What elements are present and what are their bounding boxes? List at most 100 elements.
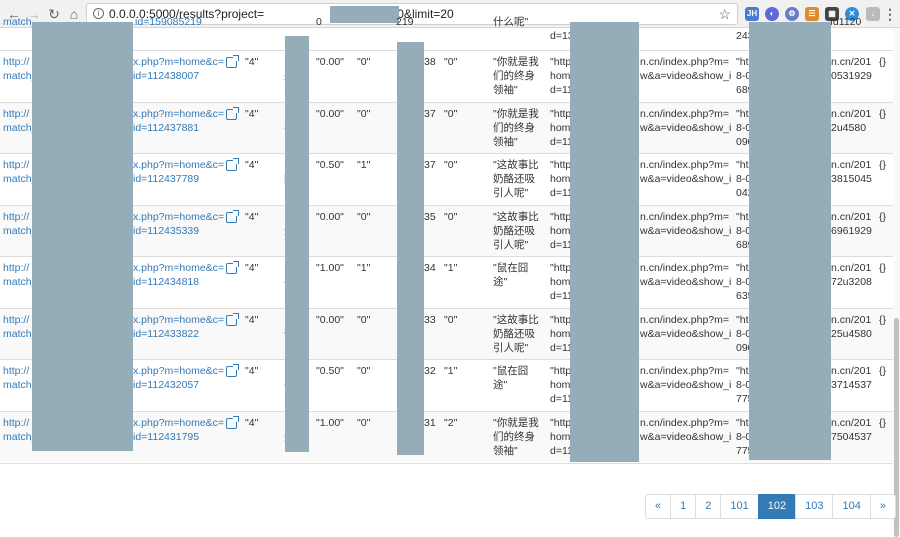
title-cell: 们的终身	[493, 430, 535, 443]
id-cell[interactable]: id=112438007	[133, 69, 199, 83]
redaction-block	[32, 22, 133, 451]
count-cell: "0"	[444, 210, 458, 223]
datetime-cell: "ht	[736, 56, 749, 68]
datetime-cell: 3714537	[831, 379, 872, 391]
previous-page-button[interactable]: «	[645, 494, 672, 519]
status-cell: "4"	[245, 416, 259, 429]
id-cell[interactable]: id=112431795	[133, 430, 199, 444]
datetime-cell: "ht	[736, 210, 749, 223]
link-cell: "http	[550, 262, 572, 274]
external-link-icon[interactable]	[226, 106, 239, 120]
url-cell[interactable]: x.php?m=home&c=	[133, 261, 224, 275]
id-cell[interactable]: id=159085219	[135, 15, 202, 29]
table-bottom-border	[0, 463, 893, 464]
count-cell: "2"	[444, 416, 458, 429]
link-cell: n.cn/index.php?m=	[640, 159, 730, 171]
datetime-cell: n.cn/201	[831, 56, 872, 68]
page-link-104[interactable]: 104	[832, 494, 871, 519]
status-cell: "4"	[245, 365, 259, 377]
external-link-icon[interactable]	[226, 364, 239, 377]
id-cell[interactable]: id=112437789	[133, 172, 199, 186]
redaction-block	[397, 42, 424, 455]
count-cell: 38	[424, 56, 436, 68]
url-cell[interactable]: x.php?m=home&c=	[133, 210, 224, 224]
url-cell[interactable]: x.php?m=home&c=	[133, 313, 224, 327]
link-cell: n.cn/index.php?m=	[640, 210, 730, 223]
page-link-1[interactable]: 1	[670, 494, 697, 519]
title-cell: 途"	[493, 276, 508, 288]
id-cell[interactable]: id=112434818	[133, 275, 199, 289]
external-link-icon[interactable]	[226, 312, 239, 326]
external-link-icon[interactable]	[226, 55, 239, 68]
link-cell: "http	[550, 210, 572, 223]
url-cell[interactable]: x.php?m=home&c=	[133, 364, 224, 378]
object-cell: {}	[879, 56, 887, 68]
title-cell: 引人呢"	[493, 187, 529, 199]
url-cell[interactable]: x.php?m=home&c=	[133, 158, 224, 172]
datetime-cell: n.cn/201	[831, 159, 872, 171]
link-cell: w&a=video&show_i	[640, 430, 732, 443]
link-cell: w&a=video&show_i	[640, 224, 732, 237]
url-cell[interactable]: http://	[3, 416, 29, 430]
url-cell[interactable]: x.php?m=home&c=	[133, 55, 224, 69]
title-cell: "你就是我	[493, 416, 539, 429]
url-cell[interactable]: http://	[3, 107, 29, 121]
id-cell[interactable]: id=112433822	[133, 327, 199, 341]
datetime-cell: "ht	[736, 365, 749, 377]
link-cell: "http	[550, 159, 572, 171]
link-cell: n.cn/index.php?m=	[640, 262, 730, 274]
count-cell: 34	[424, 262, 436, 274]
page-link-2[interactable]: 2	[695, 494, 722, 519]
next-page-button[interactable]: »	[869, 494, 896, 519]
external-link-icon[interactable]	[226, 415, 239, 429]
page-link-103[interactable]: 103	[795, 494, 834, 519]
datetime-cell: "ht	[736, 313, 749, 326]
page-link-102[interactable]: 102	[757, 494, 797, 519]
external-link-icon[interactable]	[226, 209, 239, 223]
score-cell: "0.50"	[316, 159, 344, 171]
object-cell: {}	[879, 107, 887, 120]
status-cell: "4"	[245, 262, 259, 274]
link-cell: n.cn/index.php?m=	[640, 416, 730, 429]
object-cell: {}	[879, 416, 887, 429]
url-cell[interactable]: http://	[3, 313, 29, 327]
count-cell: "1"	[444, 262, 458, 274]
link-cell: w&a=video&show_i	[640, 379, 732, 391]
url-cell[interactable]: http://	[3, 210, 29, 224]
status-cell: "4"	[245, 210, 259, 223]
title-cell: "这故事比	[493, 159, 539, 171]
title-cell: "这故事比	[493, 210, 539, 223]
title-cell: 们的终身	[493, 70, 535, 82]
url-cell[interactable]: http://	[3, 261, 29, 275]
url-cell[interactable]: http://	[3, 55, 29, 69]
datetime-cell: 6961929	[831, 224, 872, 237]
flag-cell: "0"	[357, 313, 371, 326]
external-link-icon[interactable]	[226, 158, 239, 171]
page-link-101[interactable]: 101	[720, 494, 759, 519]
id-cell[interactable]: id=112432057	[133, 378, 199, 392]
score-cell: "1.00"	[316, 262, 344, 274]
datetime-cell: n.cn/201	[831, 107, 872, 120]
external-link-icon[interactable]	[226, 261, 239, 274]
count-cell: "1"	[444, 365, 458, 377]
id-cell[interactable]: id=112437881	[133, 121, 199, 135]
count-cell: "0"	[444, 56, 458, 68]
url-cell[interactable]: x.php?m=home&c=	[133, 416, 224, 430]
title-cell: 领袖"	[493, 84, 518, 96]
title-cell: 奶酪还吸	[493, 327, 535, 340]
redaction-block	[285, 36, 309, 452]
flag-cell: "0"	[357, 365, 371, 377]
url-cell[interactable]: http://	[3, 364, 29, 378]
datetime-cell: n.cn/201	[831, 262, 872, 274]
datetime-cell: 7504537	[831, 430, 872, 443]
url-cell[interactable]: http://	[3, 158, 29, 172]
link-cell: w&a=video&show_i	[640, 327, 732, 340]
link-cell: w&a=video&show_i	[640, 121, 732, 134]
object-cell: {}	[879, 262, 887, 274]
title-cell: 领袖"	[493, 444, 518, 457]
url-cell[interactable]: x.php?m=home&c=	[133, 107, 224, 121]
count-cell: 33	[424, 313, 436, 326]
id-cell[interactable]: id=112435339	[133, 224, 199, 238]
count-cell: "0"	[444, 313, 458, 326]
object-cell: {}	[879, 159, 887, 171]
